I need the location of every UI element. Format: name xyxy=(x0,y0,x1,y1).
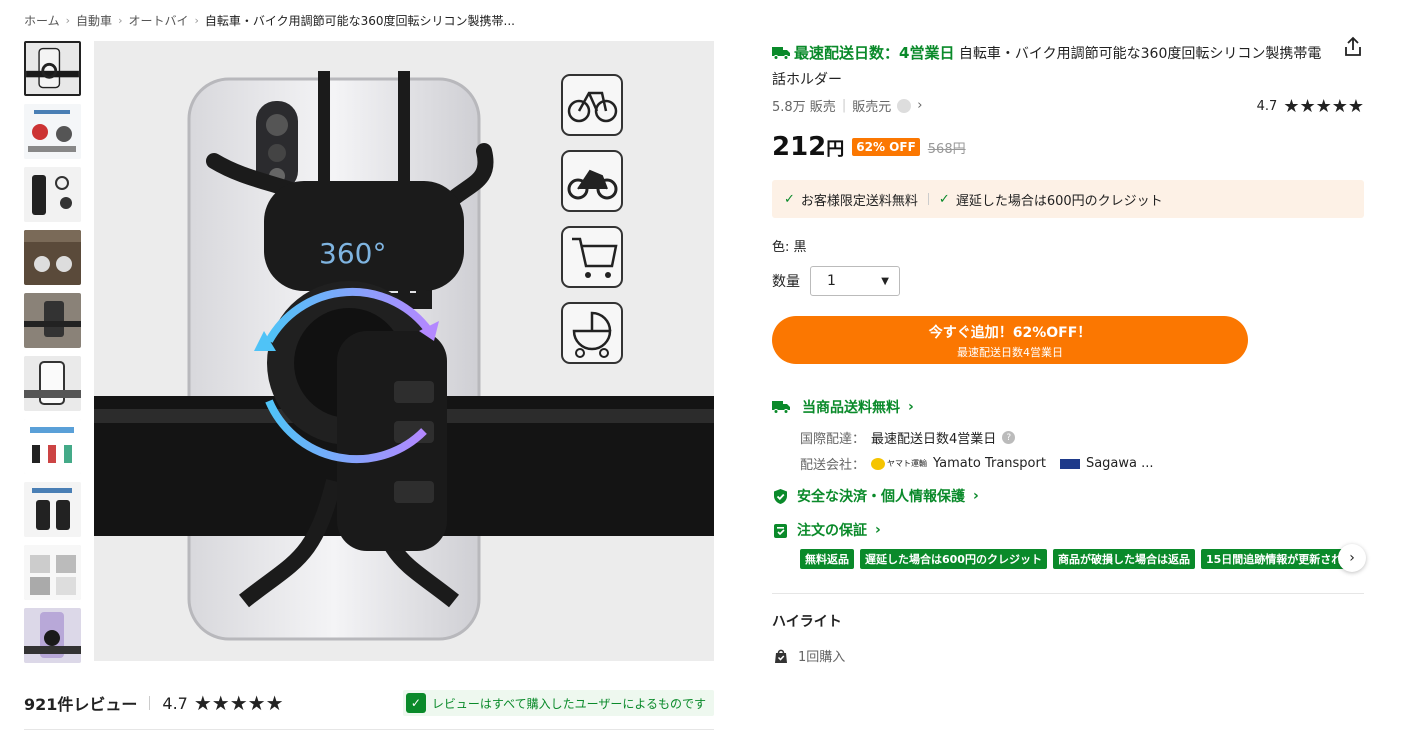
color-option: 色: 黒 xyxy=(772,240,807,255)
breadcrumb-separator: › xyxy=(194,14,199,27)
reviews-count[interactable]: 921件レビュー xyxy=(24,691,137,715)
tag-free-return: 無料返品 xyxy=(800,549,854,569)
reviews-summary: 921件レビュー 4.7 ★★★★★ ✓ レビューはすべて購入したユーザーによる… xyxy=(24,690,714,716)
tag-tracking: 15日間追跡情報が更新され xyxy=(1200,549,1348,569)
breadcrumb-motorcycle[interactable]: オートバイ xyxy=(128,12,188,29)
star-rating-icon: ★★★★★ xyxy=(1283,96,1364,117)
current-price: 212円 xyxy=(772,132,845,162)
breadcrumb-automobile[interactable]: 自動車 xyxy=(76,12,112,29)
chevron-right-icon: › xyxy=(973,488,979,504)
price-row: 212円 62% OFF 568円 xyxy=(772,132,966,162)
rotation-badge: 360° xyxy=(319,237,386,270)
main-product-image[interactable]: 360° xyxy=(94,41,714,661)
reviews-rating: 4.7 xyxy=(162,693,188,713)
check-icon: ✓ xyxy=(938,191,950,207)
sagawa-logo xyxy=(1059,458,1080,469)
purchase-count: 1回購入 xyxy=(772,646,845,665)
divider xyxy=(149,696,151,710)
chevron-right-icon: › xyxy=(875,522,881,538)
chevron-down-icon: ▼ xyxy=(881,275,889,287)
guarantee-tags: 無料返品 遅延した場合は600円のクレジット 商品が破損した場合は返品 15日間… xyxy=(800,549,1354,569)
thumbnail-10[interactable] xyxy=(24,608,81,663)
promo-banner: ✓ お客様限定送料無料 ✓ 遅延した場合は600円のクレジット xyxy=(772,180,1364,218)
carrier-info: 配送会社： ヤマト運輸 Yamato Transport Sagawa ... xyxy=(800,454,1154,473)
fast-delivery-label: 最速配送日数：4営業日 xyxy=(794,44,955,62)
add-to-cart-button[interactable]: 今すぐ追加！62%OFF！ 最速配送日数4営業日 xyxy=(772,316,1248,364)
quantity-select[interactable]: 1 ▼ xyxy=(810,266,900,296)
shopping-cart-icon xyxy=(561,226,623,288)
add-to-cart-sublabel: 最速配送日数4営業日 xyxy=(957,346,1063,359)
thumbnail-8[interactable] xyxy=(24,482,81,537)
yamato-logo: ヤマト運輸 xyxy=(871,457,927,470)
shield-user-icon: ✓ xyxy=(405,693,426,713)
seller-logo[interactable] xyxy=(897,98,912,113)
product-title: 最速配送日数：4営業日 自転車・バイク用調節可能な360度回転シリコン製携帯電話… xyxy=(772,40,1332,93)
verified-reviews-text: レビューはすべて購入したユーザーによるものです xyxy=(431,696,706,711)
thumbnail-5[interactable] xyxy=(24,293,81,348)
thumbnail-7[interactable] xyxy=(24,419,81,474)
shield-check-icon xyxy=(774,488,787,504)
thumbnail-1[interactable] xyxy=(24,41,81,96)
truck-icon xyxy=(772,401,790,414)
promo-free-shipping: お客様限定送料無料 xyxy=(800,193,918,209)
sold-count: 5.8万 販売 xyxy=(772,100,836,115)
product-rating[interactable]: 4.7 ★★★★★ xyxy=(1257,96,1364,117)
check-icon: ✓ xyxy=(784,191,795,207)
breadcrumb-separator: › xyxy=(65,14,71,27)
breadcrumb: ホーム › 自動車 › オートバイ › 自転車・バイク用調節可能な360度回転シ… xyxy=(24,12,515,29)
divider-line xyxy=(24,729,714,730)
breadcrumb-current: 自転車・バイク用調節可能な360度回転シリコン製携帯... xyxy=(204,14,516,28)
tag-damage-return: 商品が破損した場合は返品 xyxy=(1052,549,1195,569)
carrier-yamato: Yamato Transport xyxy=(933,456,1046,471)
chevron-right-icon[interactable]: › xyxy=(917,98,922,113)
tags-next-button[interactable]: › xyxy=(1338,544,1366,572)
divider xyxy=(927,193,929,205)
quantity-row: 数量 1 ▼ xyxy=(772,266,900,296)
breadcrumb-home[interactable]: ホーム xyxy=(24,12,60,29)
seller-label[interactable]: 販売元 xyxy=(852,96,891,115)
rating-value: 4.7 xyxy=(1256,99,1278,114)
star-rating-icon: ★★★★★ xyxy=(193,691,284,715)
original-price: 568円 xyxy=(927,141,966,157)
divider: | xyxy=(841,98,847,113)
thumbnail-6[interactable] xyxy=(24,356,81,411)
stroller-icon xyxy=(561,302,623,364)
discount-badge: 62% OFF xyxy=(852,138,920,156)
thumbnail-9[interactable] xyxy=(24,545,81,600)
thumbnail-list xyxy=(24,41,81,671)
free-shipping-link[interactable]: 当商品送料無料 › xyxy=(772,397,914,417)
intl-delivery-value: 最速配送日数4営業日 xyxy=(871,432,997,447)
tag-delay-credit: 遅延した場合は600円のクレジット xyxy=(860,549,1047,569)
order-guarantee-text: 注文の保証 xyxy=(797,523,867,539)
order-guarantee-link[interactable]: 注文の保証 › xyxy=(772,520,881,540)
secure-payment-link[interactable]: 安全な決済・個人情報保護 › xyxy=(772,486,979,506)
sales-info: 5.8万 販売 | 販売元 › xyxy=(772,96,922,115)
secure-payment-text: 安全な決済・個人情報保護 xyxy=(797,489,965,505)
purchase-count-text: 1回購入 xyxy=(798,650,846,665)
bicycle-icon xyxy=(561,74,623,136)
thumbnail-2[interactable] xyxy=(24,104,81,159)
share-icon[interactable] xyxy=(1342,36,1364,58)
chevron-right-icon: › xyxy=(908,399,914,415)
clipboard-check-icon xyxy=(774,523,787,538)
promo-delay-credit: 遅延した場合は600円のクレジット xyxy=(955,193,1163,209)
add-to-cart-label: 今すぐ追加！62%OFF！ xyxy=(928,325,1092,341)
carrier-label: 配送会社： xyxy=(800,458,866,473)
thumbnail-3[interactable] xyxy=(24,167,81,222)
truck-icon xyxy=(772,47,790,60)
help-icon[interactable]: ? xyxy=(1002,431,1016,444)
carrier-sagawa: Sagawa ... xyxy=(1085,456,1154,471)
thumbnail-4[interactable] xyxy=(24,230,81,285)
quantity-value: 1 xyxy=(827,273,836,289)
free-shipping-title: 当商品送料無料 xyxy=(802,400,900,416)
breadcrumb-separator: › xyxy=(118,14,123,27)
shopping-bag-icon xyxy=(775,649,787,663)
motorcycle-icon xyxy=(561,150,623,212)
quantity-label: 数量 xyxy=(772,274,800,290)
highlights-title: ハイライト xyxy=(772,614,842,630)
international-delivery: 国際配達： 最速配送日数4営業日 ? xyxy=(800,428,1016,447)
intl-delivery-label: 国際配達： xyxy=(800,432,866,447)
divider-line xyxy=(772,593,1364,594)
verified-reviews-badge: ✓ レビューはすべて購入したユーザーによるものです xyxy=(402,690,714,716)
